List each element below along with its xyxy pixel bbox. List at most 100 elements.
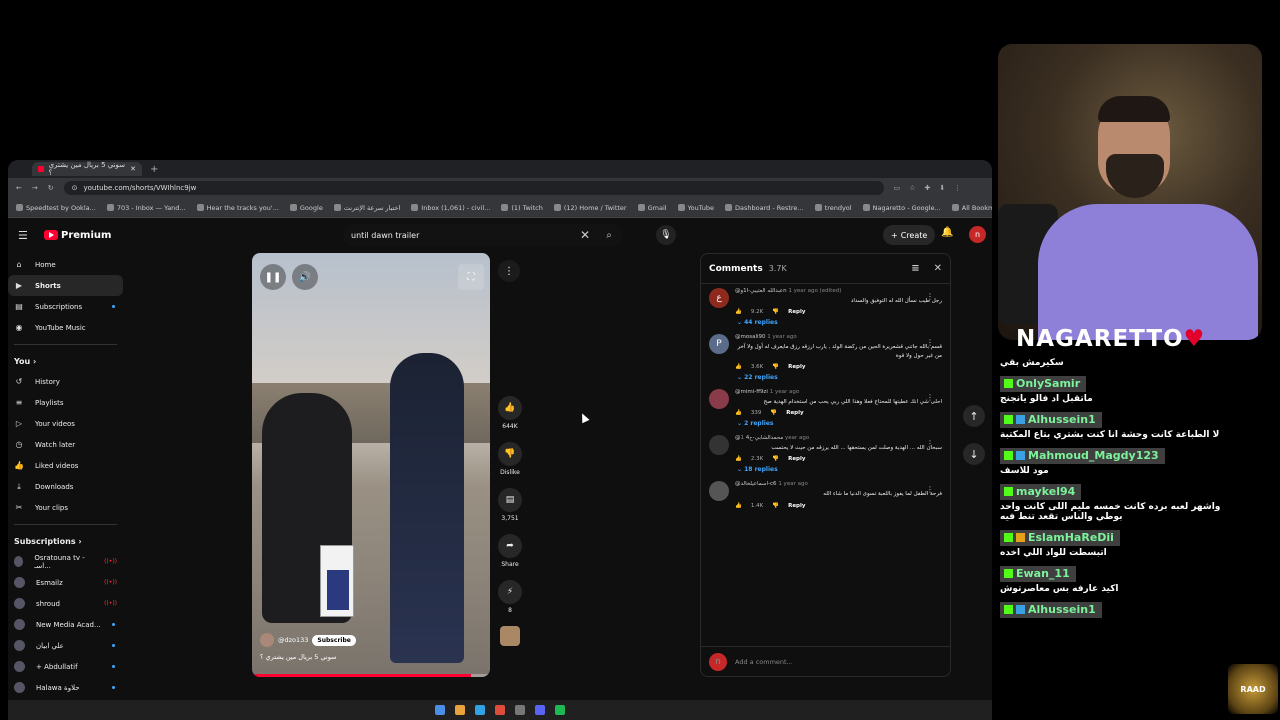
spotify-icon[interactable] bbox=[555, 705, 565, 715]
create-button[interactable]: + Create bbox=[883, 225, 936, 245]
sidebar-item-youtube-music[interactable]: ◉ YouTube Music bbox=[8, 317, 123, 338]
sidebar-item-watch-later[interactable]: ◷ Watch later bbox=[8, 434, 123, 455]
thumbs-down-icon[interactable]: 👎 bbox=[772, 456, 779, 462]
view-replies-button[interactable]: ⌄ 2 replies bbox=[737, 420, 942, 427]
share-action[interactable]: ➦ Share bbox=[497, 534, 523, 568]
more-options-icon[interactable]: ⋮ bbox=[498, 260, 520, 282]
thumbs-down-icon[interactable]: 👎 bbox=[772, 309, 779, 315]
microphone-icon[interactable]: 🎙 bbox=[656, 225, 676, 245]
thumbs-up-icon[interactable]: 👍 bbox=[735, 503, 742, 509]
view-replies-button[interactable]: ⌄ 18 replies bbox=[737, 466, 942, 473]
comment-more-icon[interactable]: ⋮ bbox=[926, 338, 934, 347]
thumbs-up-icon[interactable]: 👍 bbox=[735, 309, 742, 315]
account-avatar[interactable]: n bbox=[969, 226, 986, 243]
add-comment-input[interactable]: Add a comment... bbox=[735, 658, 793, 666]
hamburger-menu-icon[interactable]: ☰ bbox=[18, 229, 30, 242]
bookmark-item[interactable]: Google bbox=[289, 204, 323, 212]
thumbs-down-icon[interactable]: 👎 bbox=[772, 364, 779, 370]
short-video-player[interactable]: ❚❚ 🔊 ⛶ @dzo133 Subscribe سوني 5 بريال مي… bbox=[252, 253, 490, 677]
volume-icon[interactable]: 🔊 bbox=[292, 264, 318, 290]
arrow-down-icon[interactable]: ↓ bbox=[963, 443, 985, 465]
commenter-avatar[interactable] bbox=[709, 388, 729, 409]
subscription-channel[interactable]: Esmailz ((•)) bbox=[8, 572, 123, 593]
thumbs-up-icon[interactable]: 👍 bbox=[735, 456, 742, 462]
pause-icon[interactable]: ❚❚ bbox=[260, 264, 286, 290]
view-replies-button[interactable]: ⌄ 44 replies bbox=[737, 319, 942, 326]
sidebar-item-home[interactable]: ⌂ Home bbox=[8, 254, 123, 275]
thumbs-up-icon[interactable]: 👍 bbox=[735, 410, 742, 416]
sidebar-item-history[interactable]: ↺ History bbox=[8, 371, 123, 392]
browser-tab[interactable]: سوني 5 بريال مين يشتري ؟ ✕ bbox=[32, 161, 142, 177]
commenter-handle[interactable]: @mimi-ff9zi bbox=[735, 389, 768, 395]
commenter-avatar[interactable] bbox=[709, 481, 729, 502]
comment-more-icon[interactable]: ⋮ bbox=[926, 485, 934, 494]
sidebar-item-downloads[interactable]: ⤓ Downloads bbox=[8, 476, 123, 497]
subscription-channel[interactable]: + Abdullatif bbox=[8, 656, 123, 677]
discord-icon[interactable] bbox=[535, 705, 545, 715]
menu-icon[interactable]: ⋮ bbox=[954, 184, 961, 192]
bookmark-item[interactable]: 703 - Inbox — Yand... bbox=[106, 204, 186, 212]
sidebar-item-subscriptions[interactable]: ▤ Subscriptions bbox=[8, 296, 123, 317]
bookmark-item[interactable]: (1) Twitch bbox=[501, 204, 543, 212]
all-bookmarks[interactable]: All Bookmarks bbox=[951, 204, 992, 212]
comment-more-icon[interactable]: ⋮ bbox=[926, 393, 934, 402]
reply-button[interactable]: Reply bbox=[788, 309, 805, 315]
extension-icon[interactable]: ✚ bbox=[925, 184, 931, 192]
reload-icon[interactable]: ↻ bbox=[48, 184, 54, 192]
bookmark-item[interactable]: Dashboard - Restre... bbox=[725, 204, 804, 212]
comments-action[interactable]: ▤ 3,751 bbox=[497, 488, 523, 522]
subscription-channel[interactable]: Halawa حلاوة bbox=[8, 677, 123, 698]
channel-avatar[interactable] bbox=[260, 633, 274, 647]
search-icon[interactable]: ⌕ bbox=[595, 230, 623, 241]
sidebar-item-your-clips[interactable]: ✂ Your clips bbox=[8, 497, 123, 518]
bookmark-item[interactable]: Nagaretto - Google... bbox=[862, 204, 941, 212]
app-icon[interactable] bbox=[515, 705, 525, 715]
commenter-avatar[interactable]: ع bbox=[709, 288, 729, 308]
sound-thumbnail[interactable] bbox=[500, 626, 520, 646]
sidebar-item-your-videos[interactable]: ▷ Your videos bbox=[8, 413, 123, 434]
thumbs-down-icon[interactable]: 👎 bbox=[770, 410, 777, 416]
remix-action[interactable]: ⚡ 8 bbox=[497, 580, 523, 614]
bookmark-item[interactable]: Hear the tracks you'... bbox=[196, 204, 279, 212]
you-section-header[interactable]: You › bbox=[8, 351, 123, 371]
reply-button[interactable]: Reply bbox=[786, 410, 803, 416]
view-replies-button[interactable]: ⌄ 22 replies bbox=[737, 374, 942, 381]
subscription-channel[interactable]: New Media Acad... bbox=[8, 614, 123, 635]
subscription-channel[interactable]: Osratouna tv - اسـ... ((•)) bbox=[8, 551, 123, 572]
clear-search-icon[interactable]: ✕ bbox=[575, 228, 595, 242]
sort-icon[interactable]: ≡ bbox=[911, 263, 919, 274]
comment-more-icon[interactable]: ⋮ bbox=[926, 439, 934, 448]
thumbs-up-icon[interactable]: 👍 bbox=[735, 364, 742, 370]
site-info-icon[interactable]: ⊙ bbox=[72, 184, 78, 192]
reply-button[interactable]: Reply bbox=[788, 364, 805, 370]
commenter-handle[interactable]: @عبدالله العتيبي-ا1وn bbox=[735, 288, 787, 294]
back-icon[interactable]: ← bbox=[16, 184, 22, 192]
bookmark-item[interactable]: Inbox (1,061) - civil... bbox=[411, 204, 490, 212]
arrow-up-icon[interactable]: ↑ bbox=[963, 405, 985, 427]
chrome-icon[interactable] bbox=[495, 705, 505, 715]
star-icon[interactable]: ☆ bbox=[909, 184, 915, 192]
new-tab-icon[interactable]: + bbox=[150, 164, 158, 175]
thumbs-down-icon[interactable]: 👎 bbox=[772, 503, 779, 509]
commenter-handle[interactable]: @اسماعيلخالد-c6 bbox=[735, 481, 777, 487]
cast-icon[interactable]: ▭ bbox=[894, 184, 901, 192]
commenter-avatar[interactable]: P bbox=[709, 334, 729, 355]
sidebar-item-liked-videos[interactable]: 👍 Liked videos bbox=[8, 455, 123, 476]
download-icon[interactable]: ⬇ bbox=[939, 184, 945, 192]
bookmark-item[interactable]: trendyol bbox=[814, 204, 852, 212]
bookmark-item[interactable]: Speedtest by Ookla... bbox=[16, 204, 96, 212]
sidebar-item-playlists[interactable]: ≡ Playlists bbox=[8, 392, 123, 413]
reply-button[interactable]: Reply bbox=[788, 503, 805, 509]
fullscreen-icon[interactable]: ⛶ bbox=[458, 264, 484, 290]
channel-handle[interactable]: @dzo133 bbox=[278, 636, 308, 644]
windows-start-icon[interactable] bbox=[435, 705, 445, 715]
bookmark-item[interactable]: اختبار سرعة الإنترنت bbox=[333, 204, 400, 212]
edge-icon[interactable] bbox=[475, 705, 485, 715]
reply-button[interactable]: Reply bbox=[788, 456, 805, 462]
subscription-channel[interactable]: shroud ((•)) bbox=[8, 593, 123, 614]
commenter-handle[interactable]: @mosali90 bbox=[735, 334, 766, 340]
bookmark-item[interactable]: (12) Home / Twitter bbox=[553, 204, 627, 212]
youtube-logo[interactable]: Premium bbox=[44, 230, 111, 241]
subscribe-button[interactable]: Subscribe bbox=[312, 634, 356, 646]
bookmark-item[interactable]: Gmail bbox=[637, 204, 667, 212]
